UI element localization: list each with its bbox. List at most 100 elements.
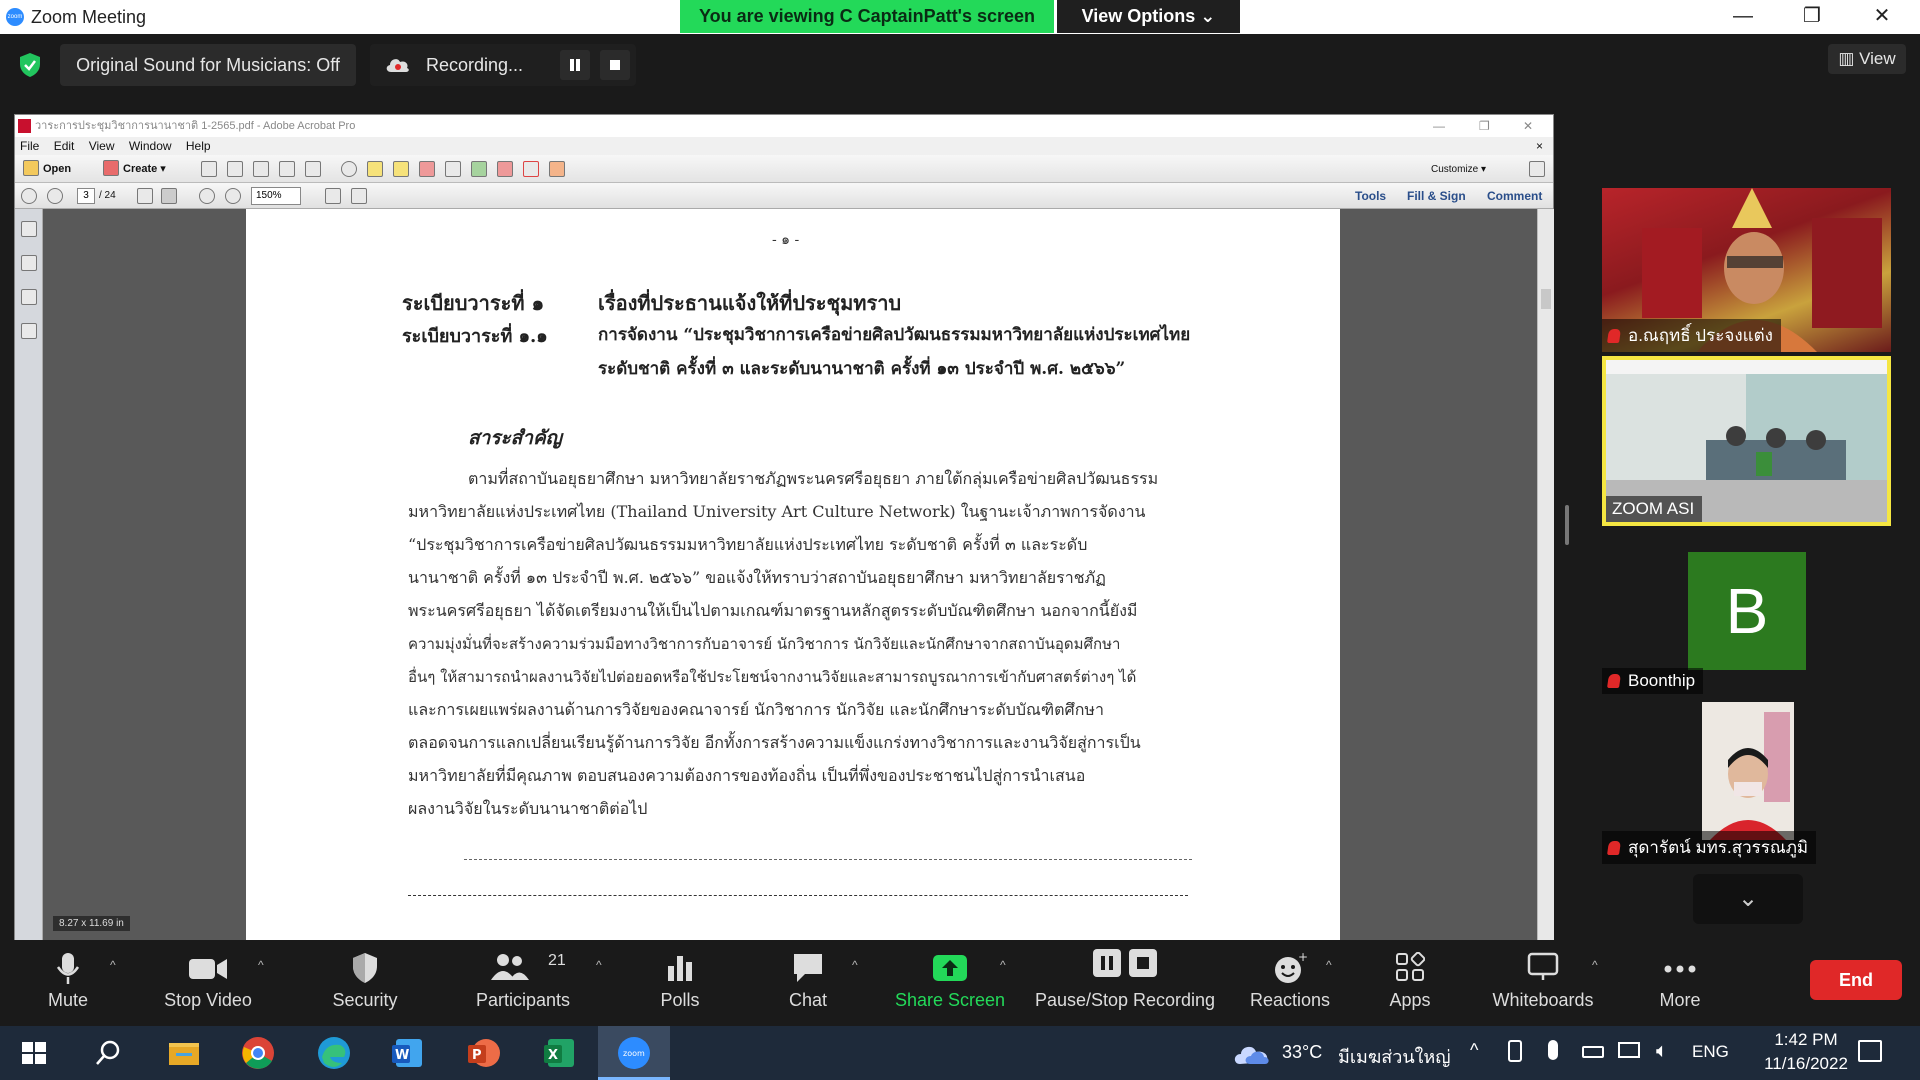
comment-pane-link[interactable]: Comment xyxy=(1487,189,1542,203)
original-sound-button[interactable]: Original Sound for Musicians: Off xyxy=(60,44,356,86)
input-language[interactable]: ENG xyxy=(1692,1042,1729,1062)
mute-button[interactable]: Mute xyxy=(28,940,108,1026)
attachments-icon[interactable] xyxy=(21,289,37,305)
more-button[interactable]: More xyxy=(1640,940,1720,1026)
fit-width-icon[interactable] xyxy=(325,188,341,204)
zoom-out-icon[interactable] xyxy=(199,188,215,204)
weather-desc[interactable]: มีเมฆส่วนใหญ่ xyxy=(1338,1042,1451,1071)
next-page-icon[interactable] xyxy=(47,188,63,204)
minimize-icon[interactable]: — xyxy=(1713,0,1773,34)
panel-splitter[interactable] xyxy=(1565,505,1569,545)
word-icon[interactable]: W xyxy=(388,1033,428,1073)
attach-file-icon[interactable] xyxy=(445,161,461,177)
edge-icon[interactable] xyxy=(314,1033,354,1073)
reactions-button[interactable]: + Reactions xyxy=(1240,940,1340,1026)
audio-options-caret-icon[interactable]: ^ xyxy=(110,958,116,972)
excel-icon[interactable]: X xyxy=(540,1033,580,1073)
share-screen-button[interactable]: Share Screen xyxy=(890,940,1010,1026)
rectangle-tool-icon[interactable] xyxy=(523,161,539,177)
tools-pane-link[interactable]: Tools xyxy=(1355,189,1386,203)
weather-temp[interactable]: 33°C xyxy=(1282,1042,1322,1063)
save-icon[interactable] xyxy=(201,161,217,177)
menu-edit[interactable]: Edit xyxy=(54,139,75,153)
document-scrollbar[interactable] xyxy=(1537,209,1554,940)
apps-button[interactable]: Apps xyxy=(1370,940,1450,1026)
notifications-icon[interactable] xyxy=(1858,1040,1882,1062)
menu-close-doc-icon[interactable]: × xyxy=(1536,137,1543,155)
highlight-icon[interactable] xyxy=(393,161,409,177)
file-explorer-icon[interactable] xyxy=(164,1033,204,1073)
acrobat-maximize-icon[interactable]: ❐ xyxy=(1479,115,1490,137)
print-icon[interactable] xyxy=(253,161,269,177)
microphone-tray-icon[interactable] xyxy=(1548,1040,1558,1060)
reactions-options-caret-icon[interactable]: ^ xyxy=(1326,958,1332,972)
page-thumbnails-icon[interactable] xyxy=(21,221,37,237)
menu-file[interactable]: File xyxy=(20,139,39,153)
customize-dropdown[interactable]: Customize ▾ xyxy=(1431,161,1486,179)
battery-icon[interactable] xyxy=(1582,1046,1604,1058)
comment-bubble-icon[interactable] xyxy=(367,161,383,177)
email-icon[interactable] xyxy=(305,161,321,177)
video-options-caret-icon[interactable]: ^ xyxy=(258,958,264,972)
windows-start-icon[interactable] xyxy=(14,1033,54,1073)
taskbar-zoom-active[interactable]: zoom xyxy=(598,1026,670,1080)
bookmarks-icon[interactable] xyxy=(21,255,37,271)
gallery-scroll-down-button[interactable]: ⌄ xyxy=(1693,874,1803,924)
participant-tile[interactable]: อ.ณฤทธิ์ ประจงแต่ง xyxy=(1602,188,1891,352)
menu-view[interactable]: View xyxy=(89,139,115,153)
network-icon[interactable] xyxy=(1618,1042,1640,1058)
participant-tile[interactable]: B Boonthip xyxy=(1602,530,1891,694)
pause-stop-recording-button[interactable]: Pause/Stop Recording xyxy=(1030,940,1220,1026)
volume-icon[interactable]: 🔈︎ xyxy=(1656,1040,1668,1063)
maximize-icon[interactable]: ❐ xyxy=(1782,0,1842,34)
participant-tile[interactable]: สุดารัตน์ มทร.สุวรรณภูมิ xyxy=(1602,700,1891,864)
whiteboards-button[interactable]: Whiteboards xyxy=(1480,940,1606,1026)
search-icon[interactable] xyxy=(88,1033,128,1073)
upload-cloud-icon[interactable] xyxy=(227,161,243,177)
expand-icon[interactable] xyxy=(1529,161,1545,177)
close-icon[interactable]: ✕ xyxy=(1852,0,1912,34)
menu-help[interactable]: Help xyxy=(186,139,211,153)
participants-button[interactable]: 21 Participants xyxy=(468,940,578,1026)
fit-page-icon[interactable] xyxy=(351,188,367,204)
pause-recording-button[interactable] xyxy=(560,50,590,80)
shield-icon[interactable] xyxy=(18,52,42,78)
end-meeting-button[interactable]: End xyxy=(1810,960,1902,1000)
share-options-caret-icon[interactable]: ^ xyxy=(1000,958,1006,972)
powerpoint-icon[interactable]: P xyxy=(464,1033,504,1073)
chrome-icon[interactable] xyxy=(238,1033,278,1073)
show-hidden-icons-icon[interactable]: ^ xyxy=(1470,1040,1478,1061)
acrobat-close-icon[interactable]: ✕ xyxy=(1523,115,1533,137)
chat-options-caret-icon[interactable]: ^ xyxy=(852,958,858,972)
signatures-icon[interactable] xyxy=(21,323,37,339)
settings-gear-icon[interactable] xyxy=(341,161,357,177)
polls-button[interactable]: Polls xyxy=(640,940,720,1026)
participants-options-caret-icon[interactable]: ^ xyxy=(596,958,602,972)
zoom-level-select[interactable]: 150% xyxy=(251,187,301,205)
chat-button[interactable]: Chat xyxy=(768,940,848,1026)
view-button[interactable]: ▥ View xyxy=(1828,44,1906,74)
view-options-button[interactable]: View Options ⌄ xyxy=(1057,0,1240,33)
eraser-icon[interactable] xyxy=(549,161,565,177)
prev-page-icon[interactable] xyxy=(21,188,37,204)
participant-tile-active-speaker[interactable]: ZOOM ASI xyxy=(1602,356,1891,526)
meet-now-icon[interactable] xyxy=(1508,1040,1522,1062)
edit-icon[interactable] xyxy=(279,161,295,177)
clock-time[interactable]: 1:42 PM xyxy=(1756,1030,1856,1050)
stop-video-button[interactable]: Stop Video xyxy=(150,940,266,1026)
menu-window[interactable]: Window xyxy=(129,139,172,153)
select-arrow-icon[interactable] xyxy=(137,188,153,204)
hand-tool-icon[interactable] xyxy=(161,188,177,204)
stop-recording-button[interactable] xyxy=(600,50,630,80)
page-number-input[interactable]: 3 xyxy=(77,188,95,204)
stamp-icon[interactable] xyxy=(419,161,435,177)
create-button[interactable]: Create ▾ xyxy=(123,160,166,178)
whiteboards-options-caret-icon[interactable]: ^ xyxy=(1592,958,1598,972)
acrobat-minimize-icon[interactable]: — xyxy=(1433,115,1445,137)
clock-date[interactable]: 11/16/2022 xyxy=(1742,1054,1870,1074)
security-lock-icon[interactable] xyxy=(497,161,513,177)
scrollbar-thumb[interactable] xyxy=(1541,289,1551,309)
zoom-in-icon[interactable] xyxy=(225,188,241,204)
security-button[interactable]: Security xyxy=(320,940,410,1026)
open-button[interactable]: Open xyxy=(43,160,71,178)
